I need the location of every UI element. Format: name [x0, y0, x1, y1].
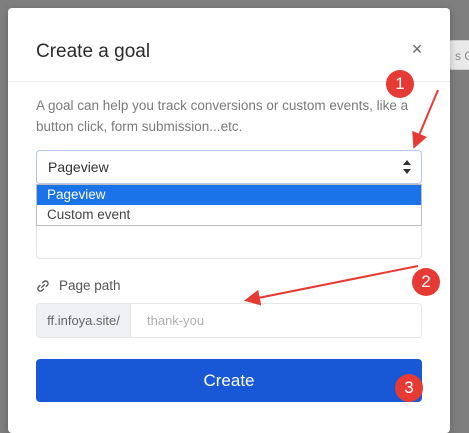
option-pageview[interactable]: Pageview: [37, 185, 421, 205]
background-fragment: s Ou: [448, 40, 469, 70]
header-divider: [8, 81, 450, 82]
page-path-input[interactable]: [131, 304, 421, 337]
annotation-badge-3: 3: [395, 374, 423, 402]
page-path-input-group: ff.infoya.site/: [36, 303, 422, 338]
page-path-label-text: Page path: [59, 278, 121, 293]
select-arrows-icon: [403, 160, 411, 174]
link-icon: [37, 279, 49, 292]
page-path-prefix: ff.infoya.site/: [37, 304, 131, 337]
goal-type-dropdown: Pageview Custom event: [36, 184, 422, 226]
option-custom-event[interactable]: Custom event: [37, 205, 421, 225]
annotation-badge-1: 1: [386, 70, 414, 98]
page-path-label: Page path: [36, 278, 121, 293]
goal-type-selected-value: Pageview: [48, 159, 109, 175]
create-button[interactable]: Create: [36, 359, 422, 402]
annotation-badge-2: 2: [412, 268, 440, 296]
create-goal-modal: Create a goal × A goal can help you trac…: [8, 8, 450, 433]
modal-description: A goal can help you track conversions or…: [36, 98, 409, 134]
select-underlay: [36, 226, 422, 259]
modal-title: Create a goal: [36, 41, 151, 62]
goal-type-select[interactable]: Pageview: [36, 150, 422, 184]
close-icon[interactable]: ×: [410, 40, 424, 58]
